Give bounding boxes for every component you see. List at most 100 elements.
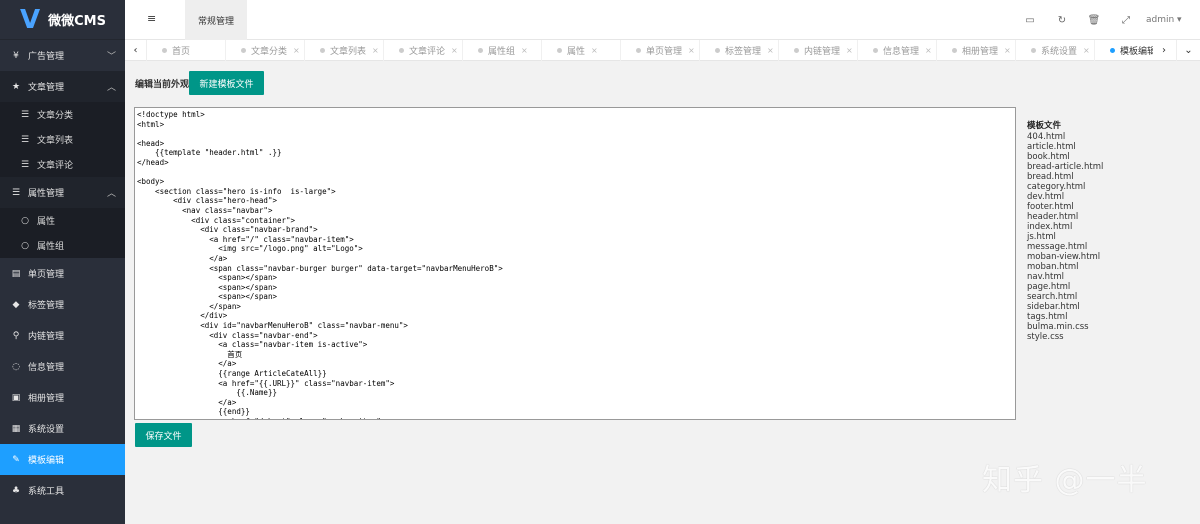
file-item[interactable]: moban.html xyxy=(1027,262,1177,272)
tab-item[interactable]: 文章列表 × xyxy=(305,40,384,61)
file-item[interactable]: sidebar.html xyxy=(1027,302,1177,312)
tab-item[interactable]: 文章分类 × xyxy=(226,40,305,61)
file-items: 404.html article.html book.html bread-artic… xyxy=(1027,132,1177,342)
file-item[interactable]: book.html xyxy=(1027,152,1177,162)
file-item[interactable]: category.html xyxy=(1027,182,1177,192)
new-template-button[interactable]: 新建模板文件 xyxy=(189,71,264,95)
list-icon: ☰ xyxy=(20,159,30,170)
tab-label: 信息管理 xyxy=(883,47,920,57)
file-item[interactable]: article.html xyxy=(1027,142,1177,152)
close-icon[interactable]: × xyxy=(688,46,695,55)
file-item[interactable]: bread.html xyxy=(1027,172,1177,182)
sidebar-item-messages[interactable]: ◌ 信息管理 xyxy=(0,351,125,382)
edit-icon: ✎ xyxy=(12,454,20,465)
file-item[interactable]: index.html xyxy=(1027,222,1177,232)
file-item[interactable]: page.html xyxy=(1027,282,1177,292)
sidebar-subitem-label: 文章列表 xyxy=(37,136,74,146)
sidebar-item-label: 系统工具 xyxy=(28,487,65,497)
sidebar-item-articles[interactable]: ★ 文章管理 ︿ xyxy=(0,71,125,102)
tabs-next-icon[interactable]: › xyxy=(1152,40,1176,61)
sidebar-item-system-tools[interactable]: ♣ 系统工具 xyxy=(0,475,125,506)
tab-item[interactable]: 单页管理 × xyxy=(621,40,700,61)
sidebar-subitem-article-comments[interactable]: ☰ 文章评论 xyxy=(0,152,125,177)
header-tab-general[interactable]: 常规管理 xyxy=(185,0,247,40)
file-item[interactable]: bulma.min.css xyxy=(1027,322,1177,332)
tab-item[interactable]: 信息管理 × xyxy=(858,40,937,61)
tab-item[interactable]: 相册管理 × xyxy=(937,40,1016,61)
top-header: ≡ 常规管理 ▭ ↻ 🗑 ⤢ admin ▾ xyxy=(125,0,1200,40)
tabs-menu-icon[interactable]: ⌄ xyxy=(1176,40,1200,61)
tab-dot-icon xyxy=(715,48,720,53)
close-icon[interactable]: × xyxy=(1004,46,1011,55)
close-icon[interactable]: × xyxy=(1083,46,1090,55)
save-file-button[interactable]: 保存文件 xyxy=(135,423,192,447)
file-item[interactable]: moban-view.html xyxy=(1027,252,1177,262)
tab-dot-icon xyxy=(794,48,799,53)
sidebar-item-settings[interactable]: ▦ 系统设置 xyxy=(0,413,125,444)
monitor-icon[interactable]: ▭ xyxy=(1014,15,1046,26)
sidebar-item-albums[interactable]: ▣ 相册管理 xyxy=(0,382,125,413)
tab-item[interactable]: 系统设置 × xyxy=(1016,40,1095,61)
header-actions: ▭ ↻ 🗑 ⤢ admin ▾ xyxy=(1014,0,1200,40)
menu-toggle-icon[interactable]: ≡ xyxy=(147,12,156,25)
close-icon[interactable]: × xyxy=(925,46,932,55)
sidebar-item-template-editor[interactable]: ✎ 模板编辑 xyxy=(0,444,125,475)
page-tabs: ‹ 首页 文章分类 × 文章列表 × 文章评论 × 属性组 × 属性 × 单页管理 × 标签管理 × 内链管理… xyxy=(125,40,1200,61)
close-icon[interactable]: × xyxy=(451,46,458,55)
tab-label: 相册管理 xyxy=(962,47,999,57)
sidebar-item-attributes[interactable]: ☰ 属性管理 ︿ xyxy=(0,177,125,208)
sidebar-item-ads[interactable]: ¥ 广告管理 ﹀ xyxy=(0,40,125,71)
file-item[interactable]: header.html xyxy=(1027,212,1177,222)
close-icon[interactable]: × xyxy=(767,46,774,55)
chevron-up-icon: ︿ xyxy=(106,189,116,199)
close-icon[interactable]: × xyxy=(521,46,528,55)
close-icon[interactable]: × xyxy=(372,46,379,55)
tab-item[interactable]: 属性 × xyxy=(542,40,621,61)
sidebar-item-links[interactable]: ⚲ 内链管理 xyxy=(0,320,125,351)
tab-label: 模板编辑 xyxy=(1120,47,1153,57)
file-item[interactable]: search.html xyxy=(1027,292,1177,302)
file-item[interactable]: bread-article.html xyxy=(1027,162,1177,172)
close-icon[interactable]: × xyxy=(846,46,853,55)
trash-icon[interactable]: 🗑 xyxy=(1078,15,1110,26)
tab-item[interactable]: 内链管理 × xyxy=(779,40,858,61)
code-editor[interactable]: <!doctype html> <html> <head> {{template… xyxy=(134,107,1016,420)
tab-item[interactable]: 标签管理 × xyxy=(700,40,779,61)
tab-dot-icon xyxy=(162,48,167,53)
file-item[interactable]: 404.html xyxy=(1027,132,1177,142)
app-title: 微微CMS xyxy=(48,14,106,29)
list-icon: ☰ xyxy=(11,187,21,198)
file-item[interactable]: footer.html xyxy=(1027,202,1177,212)
sidebar-item-label: 属性管理 xyxy=(28,189,65,199)
section-label: 编辑当前外观 xyxy=(135,80,190,90)
sidebar-subitem-attribute-group[interactable]: ○ 属性组 xyxy=(0,233,125,258)
tab-item[interactable]: 文章评论 × xyxy=(384,40,463,61)
user-menu[interactable]: admin ▾ xyxy=(1142,15,1200,25)
link-icon: ⚲ xyxy=(12,330,20,341)
file-item[interactable]: dev.html xyxy=(1027,192,1177,202)
file-item[interactable]: js.html xyxy=(1027,232,1177,242)
yen-icon: ¥ xyxy=(13,50,19,61)
sidebar-item-pages[interactable]: ▤ 单页管理 xyxy=(0,258,125,289)
chevron-up-icon: ︿ xyxy=(106,83,116,93)
sidebar-subitem-attribute[interactable]: ○ 属性 xyxy=(0,208,125,233)
file-item[interactable]: message.html xyxy=(1027,242,1177,252)
sidebar-subitem-article-category[interactable]: ☰ 文章分类 xyxy=(0,102,125,127)
file-item[interactable]: tags.html xyxy=(1027,312,1177,322)
refresh-icon[interactable]: ↻ xyxy=(1046,15,1078,26)
tab-item[interactable]: 首页 xyxy=(147,40,226,61)
close-icon[interactable]: × xyxy=(591,46,598,55)
tab-item[interactable]: 模板编辑× xyxy=(1095,40,1153,61)
tabs-prev-icon[interactable]: ‹ xyxy=(125,40,147,61)
app-logo[interactable]: V 微微CMS xyxy=(0,0,125,40)
close-icon[interactable]: × xyxy=(293,46,300,55)
windows-icon: ▦ xyxy=(11,423,21,434)
fullscreen-icon[interactable]: ⤢ xyxy=(1110,15,1142,26)
file-item[interactable]: nav.html xyxy=(1027,272,1177,282)
tab-dot-icon xyxy=(557,48,562,53)
file-item[interactable]: style.css xyxy=(1027,332,1177,342)
comment-icon: ◌ xyxy=(12,361,20,372)
sidebar-subitem-article-list[interactable]: ☰ 文章列表 xyxy=(0,127,125,152)
sidebar-item-tags[interactable]: ◆ 标签管理 xyxy=(0,289,125,320)
tab-item[interactable]: 属性组 × xyxy=(463,40,542,61)
